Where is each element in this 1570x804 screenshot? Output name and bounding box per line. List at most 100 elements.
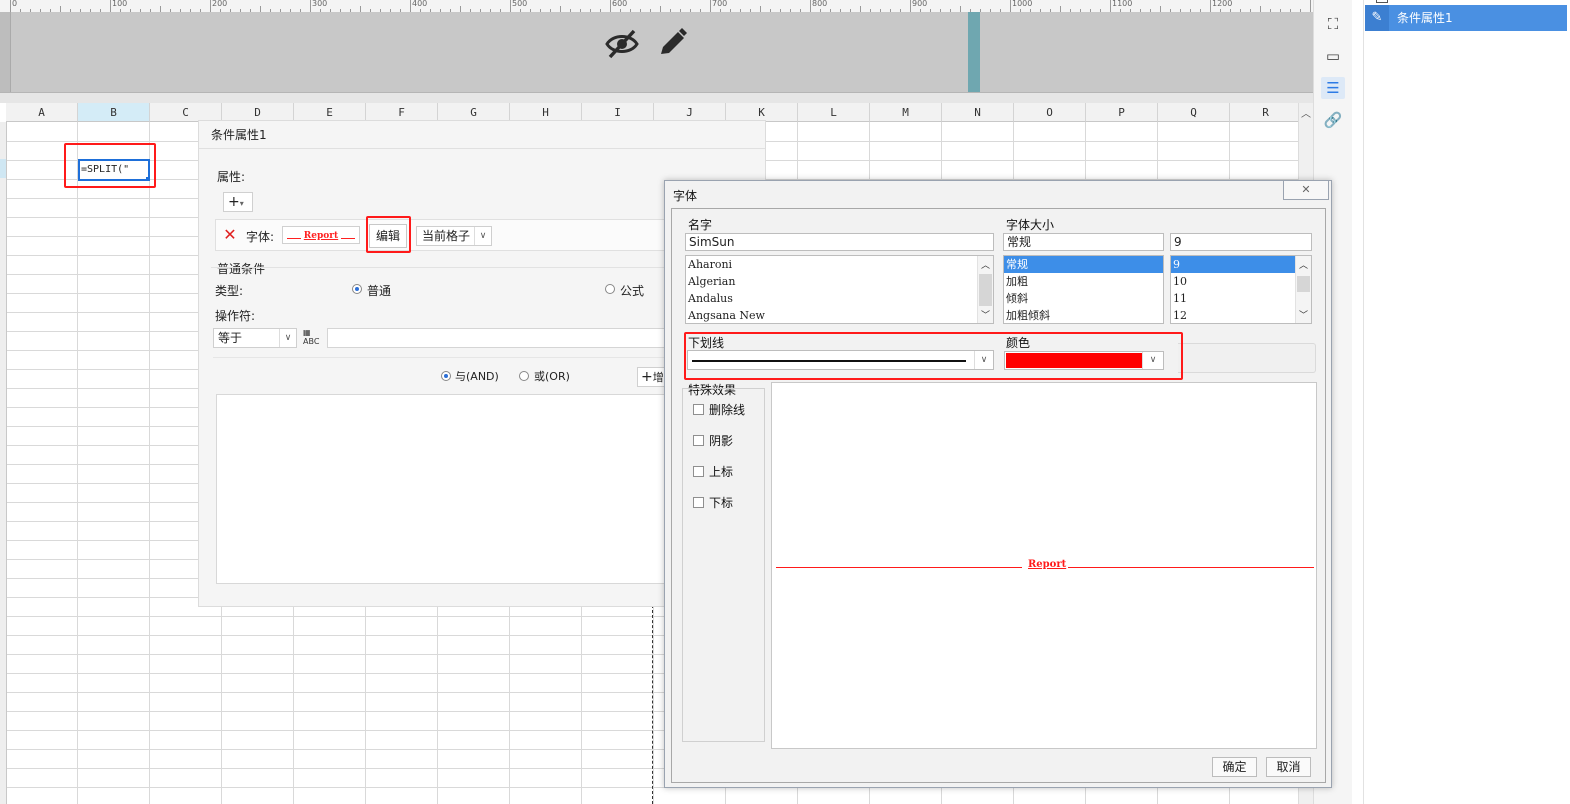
dialog-title: 字体 [673,189,698,203]
font-preview-text: Report [303,231,339,241]
operator-select[interactable]: 等于 ∨ [213,328,297,348]
logic-or-label: 或(OR) [534,370,570,383]
condition-attribute-item[interactable]: ✎ 条件属性1 [1365,5,1567,31]
panel-top-icon [1376,0,1388,3]
chevron-up-icon[interactable]: ︿ [981,258,990,271]
type-normal-label: 普通 [367,284,392,298]
link-icon[interactable]: 🔗 [1321,109,1345,131]
delete-icon[interactable]: ✕ [222,226,238,244]
column-header-p[interactable]: P [1086,103,1158,122]
underline-label: 下划线 [688,336,725,350]
superscript-label: 上标 [709,465,734,479]
font-style-input[interactable]: 常规 [1003,233,1164,251]
column-header-b[interactable]: B [78,103,150,122]
ruler-label: 700 [712,0,728,8]
list-item[interactable]: 9 [1171,256,1311,273]
row-header [0,122,7,804]
font-size-list[interactable]: 9 10 11 12 ︿ ﹀ [1170,255,1312,324]
chevron-down-icon: ∨ [474,227,491,245]
plus-icon: + [641,369,653,385]
scope-value: 当前格子 [422,229,471,243]
list-item[interactable]: 倾斜 [1004,290,1163,307]
ruler-label: 900 [912,0,928,8]
scope-select[interactable]: 当前格子 ∨ [416,226,492,246]
type-normal-radio[interactable] [352,284,362,294]
preview-text: Report [1028,559,1067,570]
ruler-label: 400 [412,0,428,8]
underline-select[interactable]: ∨ [687,350,994,370]
add-condition-button[interactable]: +增 [637,367,667,387]
list-item[interactable]: Angsana New [686,307,993,323]
right-panel [1352,0,1570,804]
type-formula-label: 公式 [620,284,645,298]
subscript-checkbox[interactable] [693,497,704,508]
divider [199,148,765,149]
grid-line [149,122,150,804]
eye-slash-icon[interactable] [604,28,640,60]
column-header-o[interactable]: O [1014,103,1086,122]
subscript-label: 下标 [709,496,734,510]
band-resize-handle[interactable] [968,12,980,92]
row-header-selected [0,159,6,178]
list-item[interactable]: 11 [1171,290,1311,307]
shadow-checkbox[interactable] [693,435,704,446]
scroll-up-icon[interactable]: ︿ [1301,105,1311,120]
list-item[interactable]: 常规 [1004,256,1163,273]
color-picker[interactable]: ∨ [1004,351,1164,370]
chevron-up-icon[interactable]: ︿ [1299,258,1308,271]
font-style-list[interactable]: 常规 加粗 倾斜 加粗倾斜 [1003,255,1164,324]
column-header-l[interactable]: L [798,103,870,122]
normal-condition-label: 普通条件 [217,262,266,276]
list-item[interactable]: Andalus [686,290,993,307]
logic-and-radio[interactable] [441,371,451,381]
close-icon[interactable]: ✕ [1283,181,1329,200]
font-name-input[interactable]: SimSun [685,233,994,251]
cancel-button[interactable]: 取消 [1266,757,1311,777]
chevron-down-icon[interactable]: ﹀ [981,308,990,321]
color-swatch [1006,353,1143,368]
list-scrollbar[interactable]: ︿ ﹀ [977,256,993,323]
edit-button[interactable]: 编辑 [369,224,407,248]
underline-style-preview [692,360,966,362]
list-item[interactable]: 加粗倾斜 [1004,307,1163,323]
font-size-input[interactable]: 9 [1170,233,1312,251]
column-header-m[interactable]: M [870,103,942,122]
list-scrollbar[interactable]: ︿ ﹀ [1295,256,1311,323]
fill-handle[interactable] [146,177,148,179]
column-header-a[interactable]: A [6,103,78,122]
list-item[interactable]: 12 [1171,307,1311,323]
column-header-q[interactable]: Q [1158,103,1230,122]
column-header-r[interactable]: R [1230,103,1298,122]
logic-or-radio[interactable] [519,371,529,381]
condition-attribute-icon[interactable]: ☰ [1321,77,1345,99]
ruler-label: 800 [812,0,828,8]
strikethrough-checkbox[interactable] [693,404,704,415]
column-header-n[interactable]: N [942,103,1014,122]
logic-and-label: 与(AND) [455,370,499,383]
ruler-label: 300 [312,0,328,8]
superscript-checkbox[interactable] [693,466,704,477]
panel-title: 条件属性1 [211,128,267,142]
list-item[interactable]: 加粗 [1004,273,1163,290]
selected-cell[interactable]: =SPLIT(" [78,159,150,181]
chevron-down-icon: ∨ [974,351,993,369]
crop-icon[interactable]: ⛶ [1321,13,1345,35]
value-type-icon[interactable]: ▦ ABC [303,328,323,348]
property-label: 属性: [217,170,246,184]
list-item[interactable]: 10 [1171,273,1311,290]
band-divider [0,93,1313,103]
type-formula-radio[interactable] [605,284,615,294]
ruler-label: 0 [12,0,18,8]
ruler-label: 1200 [1212,0,1233,8]
pencil-icon[interactable] [656,26,688,60]
list-item[interactable]: Aharoni [686,256,993,273]
operator-label: 操作符: [215,309,256,323]
list-item[interactable]: Algerian [686,273,993,290]
add-property-button[interactable]: +▾ [223,192,253,212]
ok-button[interactable]: 确定 [1212,757,1257,777]
widget-icon[interactable]: ▭ [1321,45,1345,67]
font-preview-area: Report [771,382,1317,749]
operator-value: 等于 [218,331,243,345]
font-name-list[interactable]: Aharoni Algerian Andalus Angsana New ︿ ﹀ [685,255,994,324]
chevron-down-icon[interactable]: ﹀ [1299,308,1308,321]
